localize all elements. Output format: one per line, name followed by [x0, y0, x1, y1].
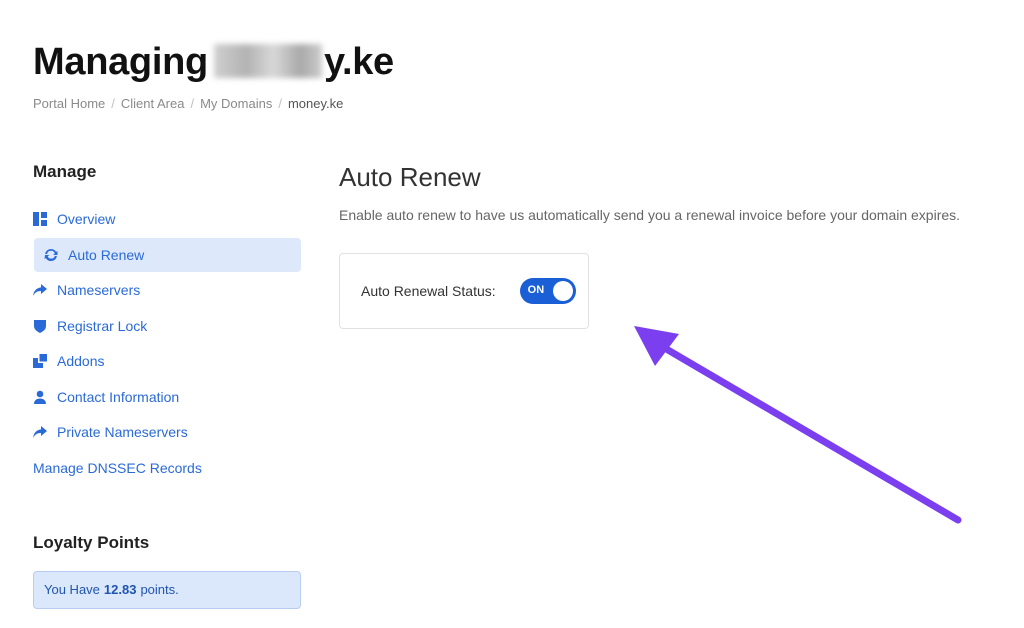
overview-icon [33, 212, 47, 226]
section-title: Auto Renew [339, 162, 481, 192]
loyalty-points-alert: You Have 12.83 points. [33, 570, 301, 609]
sidebar-item-registrar-lock[interactable]: Registrar Lock [33, 309, 301, 343]
shield-icon [33, 319, 47, 333]
sidebar-item-private-nameservers[interactable]: Private Nameservers [33, 415, 301, 449]
sidebar-item-auto-renew[interactable]: Auto Renew [34, 237, 301, 272]
breadcrumb-portal-home[interactable]: Portal Home [33, 96, 105, 111]
sidebar-item-manage-dnssec-records[interactable]: Manage DNSSEC Records [33, 451, 301, 485]
sidebar: Manage Overview Auto Renew Nameservers R… [33, 162, 301, 609]
loyalty-points-value: 12.83 [103, 582, 137, 597]
breadcrumb-separator: / [278, 96, 282, 111]
auto-renewal-status-label: Auto Renewal Status: [361, 283, 496, 299]
breadcrumb-separator: / [190, 96, 195, 111]
sidebar-nav: Overview Auto Renew Nameservers Registra… [33, 202, 301, 485]
main-content: Auto Renew Enable auto renew to have us … [339, 162, 999, 329]
breadcrumb-my-domains[interactable]: My Domains [200, 96, 272, 111]
user-icon [33, 390, 47, 404]
sidebar-item-addons[interactable]: Addons [33, 344, 301, 378]
breadcrumb-current: money.ke [287, 96, 344, 111]
sidebar-item-label: Manage DNSSEC Records [33, 459, 202, 476]
sidebar-item-label: Overview [57, 211, 116, 227]
sidebar-item-label: Registrar Lock [57, 317, 148, 334]
loyalty-prefix: You Have [44, 582, 100, 597]
sidebar-item-overview[interactable]: Overview [33, 202, 301, 236]
loyalty-heading: Loyalty Points [33, 532, 150, 552]
sidebar-item-label: Auto Renew [68, 246, 145, 263]
toggle-on-text: ON [527, 284, 545, 296]
breadcrumb-client-area[interactable]: Client Area [121, 96, 185, 111]
sidebar-item-contact-information[interactable]: Contact Information [33, 380, 301, 414]
section-description: Enable auto renew to have us automatical… [339, 207, 961, 223]
sidebar-heading: Manage [33, 162, 97, 181]
sidebar-item-label: Private Nameservers [57, 424, 188, 440]
sidebar-item-label: Addons [57, 353, 105, 369]
redacted-domain-blur [213, 44, 322, 78]
share-arrow-icon [33, 425, 47, 439]
page-title: Managing y.ke [33, 40, 394, 84]
toggle-knob [552, 281, 573, 301]
auto-renewal-status-card: Auto Renewal Status: ON [339, 253, 589, 329]
loyalty-suffix: points. [140, 582, 179, 597]
refresh-icon [44, 248, 58, 262]
sidebar-item-label: Nameservers [57, 282, 141, 298]
share-arrow-icon [33, 283, 47, 297]
page-title-suffix: y.ke [323, 41, 394, 83]
page-title-prefix: Managing [33, 41, 208, 83]
auto-renew-toggle[interactable]: ON [519, 278, 576, 304]
sidebar-item-label: Contact Information [57, 388, 180, 405]
breadcrumb-separator: / [111, 96, 115, 111]
addons-icon [33, 354, 47, 368]
breadcrumb: Portal Home / Client Area / My Domains /… [33, 96, 343, 111]
sidebar-item-nameservers[interactable]: Nameservers [33, 273, 301, 307]
